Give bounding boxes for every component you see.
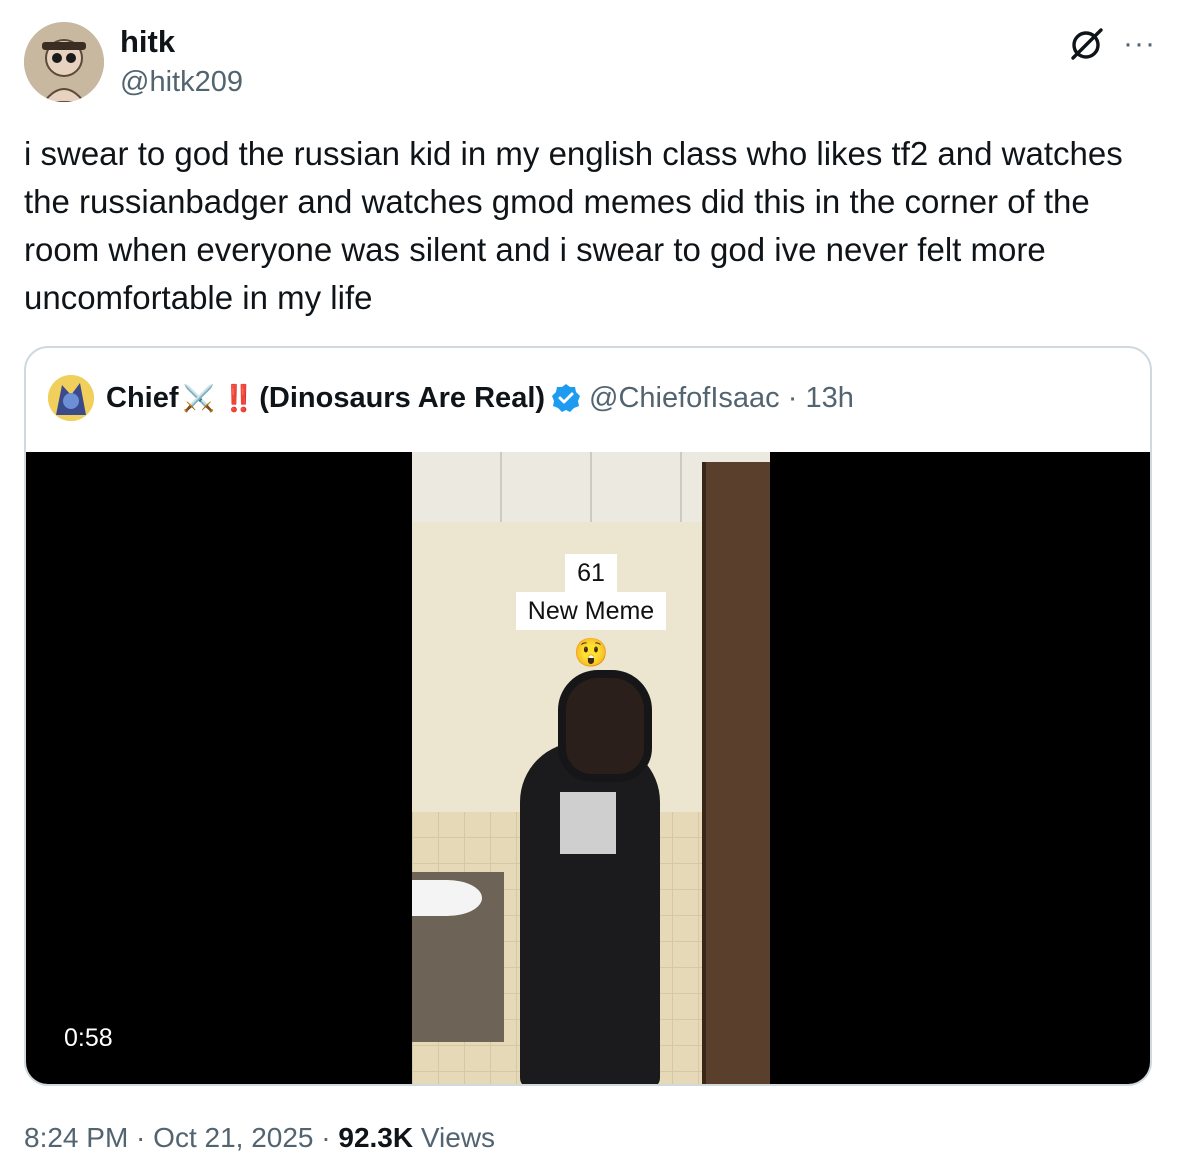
video-caption: 61 New Meme 😲 <box>502 554 680 669</box>
video-door <box>702 462 770 1084</box>
grok-icon[interactable] <box>1067 24 1107 64</box>
views-count: 92.3K <box>338 1122 414 1153</box>
video-frame: 61 New Meme 😲 <box>412 452 770 1084</box>
author-handle[interactable]: @hitk209 <box>120 66 243 99</box>
quoted-tweet-card[interactable]: Chief ⚔️ ‼️ (Dinosaurs Are Real) @Chiefo… <box>24 346 1152 1086</box>
quoted-author-name-suffix[interactable]: (Dinosaurs Are Real) <box>259 382 545 415</box>
video-sink-bowl <box>412 880 482 916</box>
astonished-face-emoji: 😲 <box>573 637 609 668</box>
more-options-icon[interactable]: ··· <box>1123 29 1156 59</box>
author-avatar[interactable] <box>24 22 104 102</box>
cartoon-avatar-icon <box>24 22 104 102</box>
quoted-author-handle-time[interactable]: @ChiefofIsaac · 13h <box>589 382 854 415</box>
tweet-meta: 8:24 PM · Oct 21, 2025 · 92.3K Views <box>24 1122 495 1154</box>
quoted-tweet-header: Chief ⚔️ ‼️ (Dinosaurs Are Real) @Chiefo… <box>48 374 854 422</box>
verified-badge-icon <box>552 384 581 412</box>
video-duration-badge: 0:58 <box>52 1020 125 1057</box>
author-display-name[interactable]: hitk <box>120 24 175 60</box>
tweet-timestamp[interactable]: 8:24 PM · Oct 21, 2025 · <box>24 1122 338 1153</box>
caption-text: New Meme <box>515 592 667 630</box>
tweet-text: i swear to god the russian kid in my eng… <box>24 135 1123 316</box>
quoted-author-name[interactable]: Chief <box>106 382 179 415</box>
tweet-top-actions: ··· <box>1067 24 1156 64</box>
crossed-swords-emoji: ⚔️ <box>182 382 215 413</box>
anime-avatar-icon <box>48 375 94 421</box>
quoted-author-avatar[interactable] <box>48 375 94 421</box>
caption-number: 61 <box>565 554 617 592</box>
video-shirt-logo <box>560 792 616 854</box>
quoted-video-player[interactable]: 61 New Meme 😲 0:58 <box>26 452 1150 1084</box>
video-person-head <box>558 670 652 782</box>
views-label: Views <box>413 1122 496 1153</box>
double-exclamation-emoji: ‼️ <box>222 382 256 413</box>
